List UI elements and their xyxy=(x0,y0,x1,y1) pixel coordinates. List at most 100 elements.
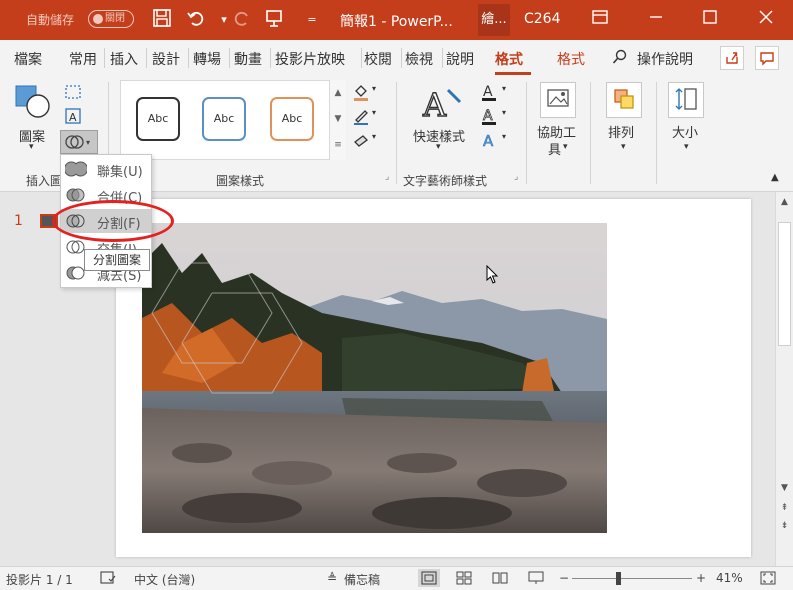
minimize-icon[interactable] xyxy=(644,8,668,32)
shape-fill-icon[interactable] xyxy=(350,82,372,104)
user-name[interactable]: C264 xyxy=(524,11,561,27)
accessibility-check-icon[interactable] xyxy=(100,571,116,588)
scroll-up-icon[interactable]: ▲ xyxy=(777,194,792,210)
tab-view[interactable]: 檢視 xyxy=(405,49,433,69)
alt-text-icon[interactable] xyxy=(540,82,576,118)
ribbon-display-icon[interactable] xyxy=(588,8,612,32)
menu-item-label: 聯集(U) xyxy=(97,165,143,180)
insert-shapes-group-label: 插入圖 xyxy=(26,174,63,188)
language[interactable]: 中文 (台灣) xyxy=(134,571,195,588)
zoom-slider-thumb[interactable] xyxy=(615,572,621,585)
slide-number: 1 xyxy=(14,213,23,229)
customize-icon[interactable]: = xyxy=(300,8,324,32)
slide-canvas[interactable] xyxy=(116,199,751,557)
share-icon[interactable] xyxy=(720,46,744,70)
vertical-scrollbar[interactable]: ▲ ▼ ⇞ ⇟ xyxy=(775,192,793,566)
merge-shapes-button[interactable]: ▾ xyxy=(60,130,98,154)
slide-sorter-icon[interactable] xyxy=(456,571,472,588)
tab-format-active[interactable]: 格式 xyxy=(495,49,523,69)
edit-shape-icon[interactable] xyxy=(62,82,84,104)
fill-dropdown-icon[interactable]: ▾ xyxy=(372,84,376,93)
shapes-dropdown-icon[interactable]: ▾ xyxy=(29,142,34,152)
size-icon[interactable] xyxy=(668,82,704,118)
svg-text:A: A xyxy=(483,132,494,150)
slideshow-icon[interactable] xyxy=(528,571,544,588)
tab-format-context[interactable]: 格式 xyxy=(557,49,585,69)
text-effects-dropdown-icon[interactable]: ▾ xyxy=(502,132,506,141)
tab-design[interactable]: 設計 xyxy=(152,49,180,69)
user-initials[interactable]: 繪... xyxy=(478,4,510,36)
autosave-toggle[interactable]: 關閉 xyxy=(88,10,134,28)
shape-style-3[interactable]: Abc xyxy=(270,97,314,141)
tab-home[interactable]: 常用 xyxy=(69,49,97,69)
zoom-out-button[interactable]: − xyxy=(559,571,569,585)
gallery-down-icon[interactable]: ▼ xyxy=(330,106,346,132)
zoom-level[interactable]: 41% xyxy=(716,571,743,585)
presentation-icon[interactable] xyxy=(262,8,286,32)
undo-icon[interactable] xyxy=(184,8,208,32)
maximize-icon[interactable] xyxy=(698,8,722,32)
save-icon[interactable] xyxy=(150,8,174,32)
tab-slideshow[interactable]: 投影片放映 xyxy=(275,49,345,69)
shape-outline-icon[interactable] xyxy=(350,106,372,128)
comments-icon[interactable] xyxy=(755,46,779,70)
gallery-scroll: ▲ ▼ ≡ xyxy=(329,80,346,160)
text-outline-dropdown-icon[interactable]: ▾ xyxy=(502,108,506,117)
group-separator xyxy=(526,82,527,184)
autosave-label: 自動儲存 xyxy=(26,13,75,27)
wordart-launcher-icon[interactable]: ⌟ xyxy=(514,172,518,182)
text-fill-icon[interactable]: A xyxy=(478,82,500,104)
group-separator xyxy=(590,82,591,184)
size-dropdown-icon[interactable]: ▾ xyxy=(684,142,689,152)
zoom-in-button[interactable]: + xyxy=(696,571,706,585)
redo-icon xyxy=(230,8,254,32)
tab-review[interactable]: 校閱 xyxy=(364,49,392,69)
shape-effects-icon[interactable] xyxy=(350,130,372,152)
text-fill-dropdown-icon[interactable]: ▾ xyxy=(502,84,506,93)
notes-button[interactable]: 備忘稿 xyxy=(344,571,380,588)
accessibility-dropdown-icon[interactable]: ▾ xyxy=(563,142,568,152)
shape-styles-launcher-icon[interactable]: ⌟ xyxy=(385,172,389,182)
landscape-photo[interactable] xyxy=(142,223,607,533)
document-title: 簡報1 - PowerP... xyxy=(340,14,453,30)
notes-icon[interactable]: ≜ xyxy=(327,571,337,585)
quick-styles-icon[interactable]: A xyxy=(420,82,464,126)
next-slide-icon[interactable]: ⇟ xyxy=(777,518,792,534)
shape-style-2[interactable]: Abc xyxy=(202,97,246,141)
quick-styles-dropdown-icon[interactable]: ▾ xyxy=(436,142,441,152)
gallery-up-icon[interactable]: ▲ xyxy=(330,80,346,106)
scroll-down-icon[interactable]: ▼ xyxy=(777,480,792,496)
fit-to-window-icon[interactable] xyxy=(760,571,776,588)
text-effects-icon[interactable]: A xyxy=(478,130,500,152)
mouse-cursor-icon xyxy=(486,264,500,284)
tab-file[interactable]: 檔案 xyxy=(14,49,42,69)
arrange-dropdown-icon[interactable]: ▾ xyxy=(621,142,626,152)
previous-slide-icon[interactable]: ⇞ xyxy=(777,500,792,516)
outline-dropdown-icon[interactable]: ▾ xyxy=(372,108,376,117)
collapse-ribbon-icon[interactable]: ▲ xyxy=(771,172,779,183)
effects-dropdown-icon[interactable]: ▾ xyxy=(372,132,376,141)
svg-text:A: A xyxy=(483,108,493,124)
close-icon[interactable] xyxy=(754,8,778,32)
shape-styles-group-label: 圖案樣式 xyxy=(216,174,265,188)
shape-style-1[interactable]: Abc xyxy=(136,97,180,141)
shapes-icon[interactable] xyxy=(12,82,52,122)
tab-animations[interactable]: 動畫 xyxy=(234,49,262,69)
tab-help[interactable]: 說明 xyxy=(446,49,474,69)
combine-icon xyxy=(65,186,87,204)
tab-transitions[interactable]: 轉場 xyxy=(193,49,221,69)
search-icon[interactable] xyxy=(612,49,628,69)
svg-text:A: A xyxy=(483,84,493,100)
tab-insert[interactable]: 插入 xyxy=(110,49,138,69)
scroll-thumb[interactable] xyxy=(778,222,791,346)
menu-item-union[interactable]: 聯集(U) xyxy=(61,157,151,181)
search-tell-me[interactable]: 操作說明 xyxy=(637,49,693,69)
text-box-icon[interactable]: A xyxy=(62,106,84,128)
tab-separator xyxy=(401,48,402,68)
normal-view-icon[interactable] xyxy=(418,569,440,587)
text-outline-icon[interactable]: A xyxy=(478,106,500,128)
reading-view-icon[interactable] xyxy=(492,571,508,588)
arrange-icon[interactable] xyxy=(606,82,642,118)
zoom-slider-track[interactable] xyxy=(572,578,692,579)
gallery-more-icon[interactable]: ≡ xyxy=(330,132,346,158)
